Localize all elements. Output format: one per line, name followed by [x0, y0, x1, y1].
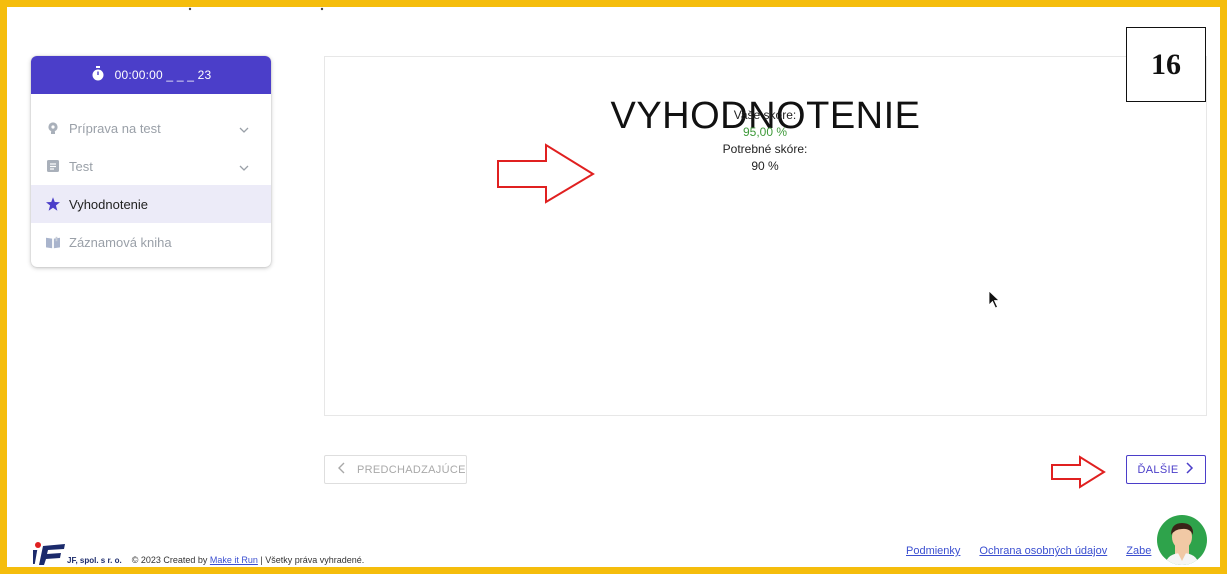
score-label: Vaše skóre:	[733, 108, 797, 122]
score-value: 95,00 %	[742, 125, 788, 139]
top-edge-marks	[188, 7, 324, 11]
company-logo: JF, spol. s r. o.	[33, 540, 122, 566]
chevron-down-icon[interactable]	[239, 122, 249, 137]
security-link-start: Zabe	[1126, 545, 1152, 557]
sidebar-item-label: Test	[69, 158, 93, 174]
chevron-left-icon	[337, 462, 345, 477]
previous-button-label: PREDCHADZAJÚCE	[357, 463, 466, 476]
chevron-right-icon	[1186, 462, 1194, 477]
previous-button[interactable]: PREDCHADZAJÚCE	[324, 455, 467, 484]
annotation-arrow-icon	[497, 143, 595, 204]
copyright-prefix: © 2023 Created by	[131, 555, 210, 565]
sidebar-item-label: Záznamová kniha	[69, 234, 172, 250]
logo-text: JF, spol. s r. o.	[67, 556, 122, 565]
sidebar-item-vyhodnotenie[interactable]: Vyhodnotenie	[31, 185, 271, 223]
timer-text: 00:00:00 _ _ _ 23	[114, 68, 212, 82]
chevron-down-icon[interactable]	[239, 160, 249, 175]
copyright-suffix: | Všetky práva vyhradené.	[257, 555, 365, 565]
next-button-label: ĎALŠIE	[1137, 463, 1179, 476]
sidebar-item-test[interactable]: Test	[31, 147, 271, 185]
step-number-badge: 16	[1126, 27, 1206, 102]
sidebar-item-label: Vyhodnotenie	[69, 196, 149, 212]
sidebar-item-priprava[interactable]: Príprava na test	[31, 109, 271, 147]
next-button[interactable]: ĎALŠIE	[1126, 455, 1206, 484]
mouse-pointer-icon	[988, 290, 1001, 309]
terms-link[interactable]: Podmienky	[906, 545, 960, 557]
make-it-run-link[interactable]: Make it Run	[210, 555, 258, 565]
privacy-link[interactable]: Ochrana osobných údajov	[979, 545, 1107, 557]
sidebar-item-label: Príprava na test	[69, 120, 161, 136]
copyright-text: © 2023 Created by Make it Run | Všetky p…	[132, 555, 365, 565]
annotation-arrow-icon	[1051, 455, 1106, 489]
required-score-label: Potrebné skóre:	[722, 142, 808, 156]
score-block: Vaše skóre: 95,00 % Potrebné skóre: 90 %	[665, 107, 865, 175]
required-score-value: 90 %	[751, 159, 779, 173]
support-avatar-icon[interactable]	[1157, 515, 1207, 565]
footer: JF, spol. s r. o. © 2023 Created by Make…	[33, 532, 364, 566]
star-icon	[46, 197, 60, 211]
sidebar-card: 00:00:00 _ _ _ 23 Príprava na test Test	[31, 56, 271, 267]
timer-header: 00:00:00 _ _ _ 23	[31, 56, 271, 94]
document-icon	[46, 159, 60, 173]
footer-links: Podmienky Ochrana osobných údajov Zabee	[906, 545, 1197, 557]
sidebar-item-zaznamova-kniha[interactable]: Záznamová kniha	[31, 223, 271, 261]
lightbulb-icon	[46, 121, 60, 135]
book-icon	[46, 235, 60, 249]
stopwatch-icon	[91, 66, 105, 84]
